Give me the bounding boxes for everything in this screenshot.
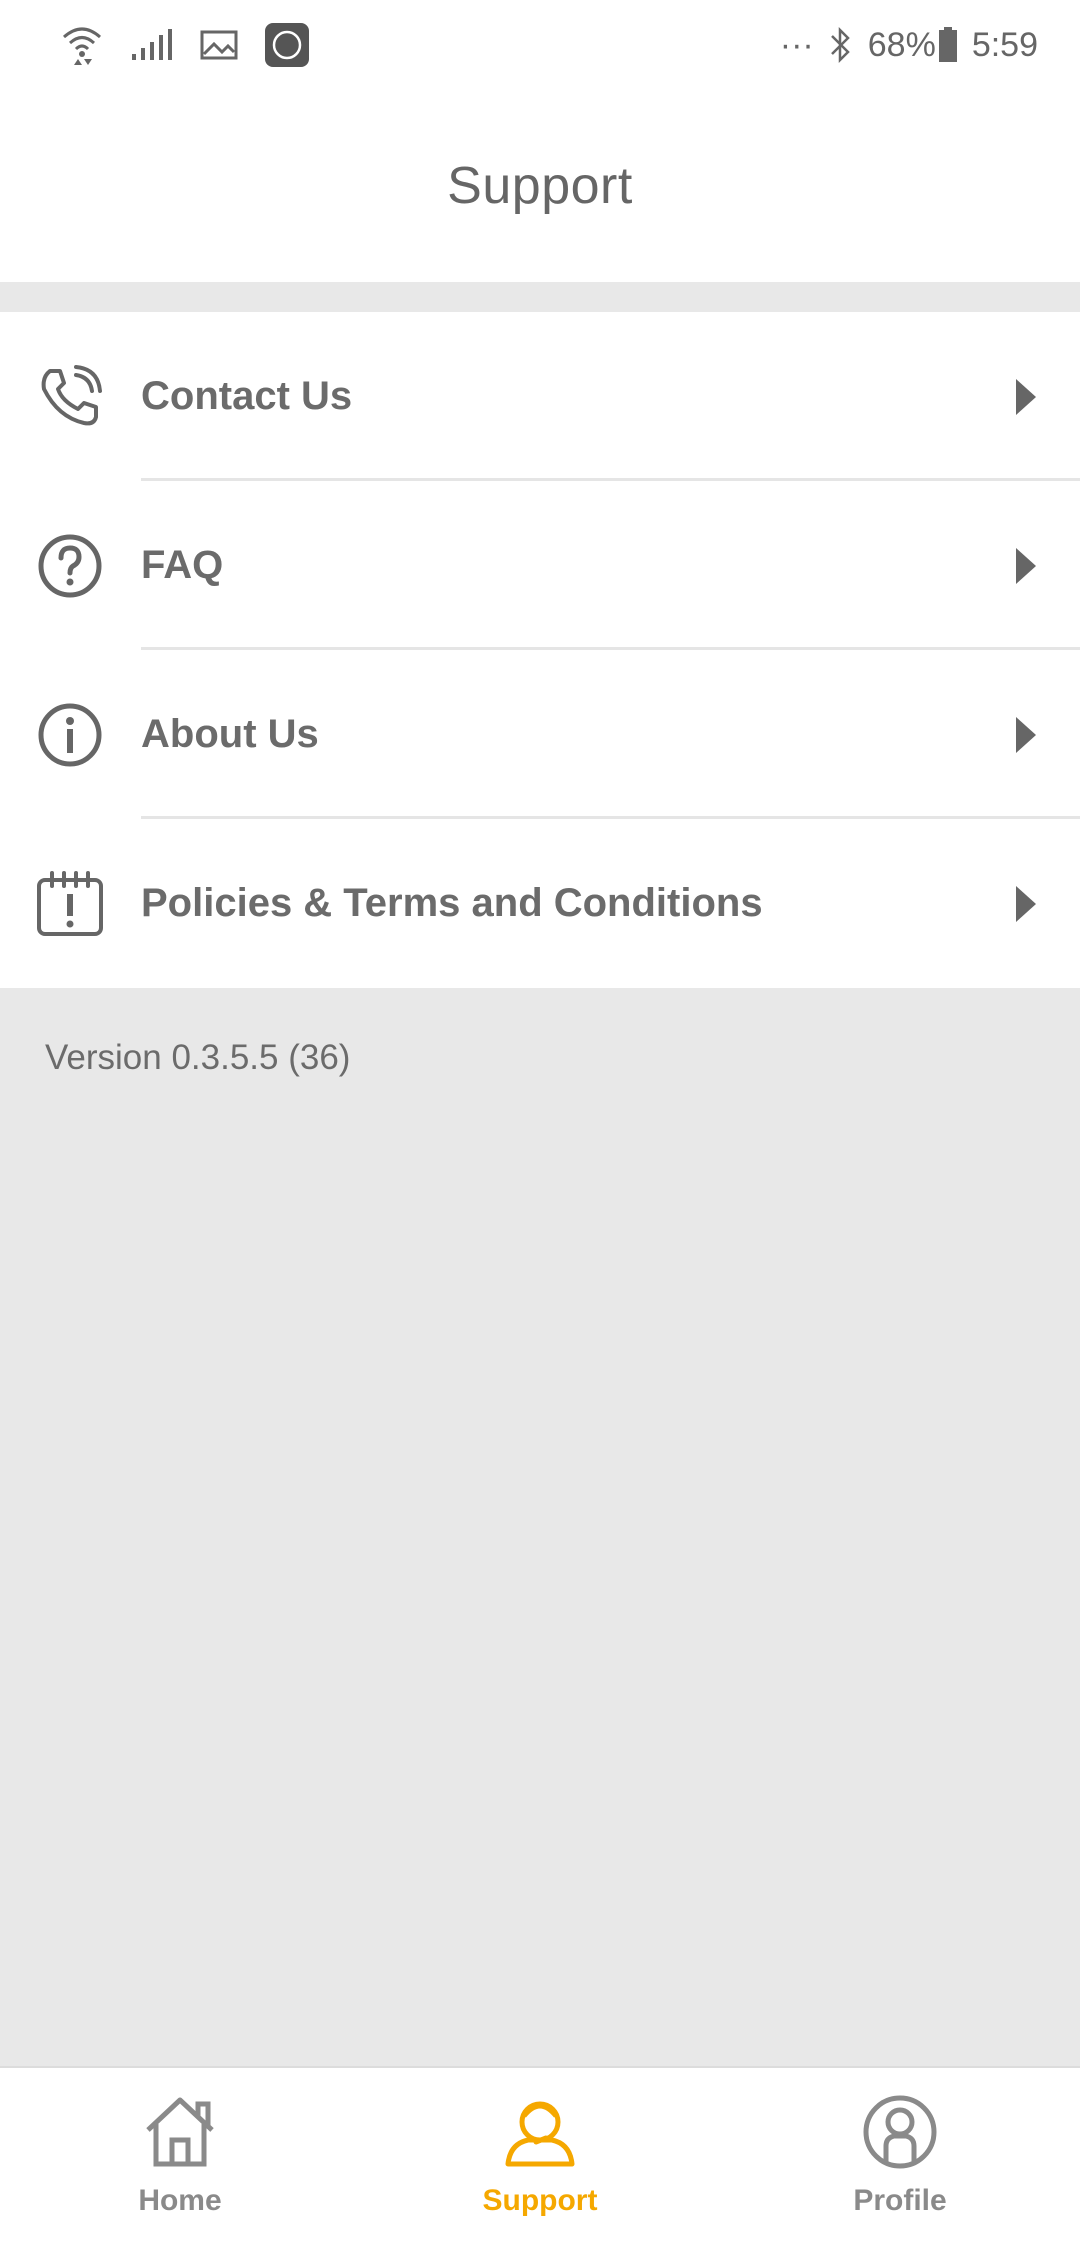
- support-screen: ··· 68% 5:59 Support Contact Us FAQ Abou…: [0, 0, 1080, 2246]
- bluetooth-icon: [828, 26, 854, 64]
- status-left: [60, 22, 310, 68]
- support-agent-icon: [500, 2092, 580, 2172]
- menu-item-policies[interactable]: Policies & Terms and Conditions: [0, 819, 1080, 988]
- nav-label: Home: [138, 2184, 222, 2217]
- battery-indicator: 68%: [868, 26, 958, 65]
- nav-label: Support: [482, 2184, 598, 2217]
- more-dots-icon: ···: [779, 25, 814, 64]
- battery-icon: [938, 27, 958, 63]
- app-header: Support: [0, 90, 1080, 282]
- menu-item-about-us[interactable]: About Us: [0, 650, 1080, 819]
- menu-item-label: Contact Us: [141, 374, 353, 418]
- nav-label: Profile: [853, 2184, 947, 2217]
- menu-item-faq[interactable]: FAQ: [0, 481, 1080, 650]
- chevron-right-icon: [1016, 885, 1036, 922]
- signal-icon: [130, 28, 174, 62]
- info-circle-icon: [36, 701, 104, 769]
- app-version: Version 0.3.5.5 (36): [45, 1038, 351, 1077]
- chevron-right-icon: [1016, 716, 1036, 753]
- support-menu: Contact Us FAQ About Us Policies & Terms…: [0, 312, 1080, 988]
- wifi-icon: [60, 23, 104, 67]
- page-title: Support: [447, 157, 633, 215]
- mi-app-icon: [264, 22, 310, 68]
- chevron-right-icon: [1016, 378, 1036, 415]
- menu-item-label: About Us: [141, 712, 319, 756]
- profile-icon: [860, 2092, 940, 2172]
- question-circle-icon: [36, 532, 104, 600]
- status-right: ··· 68% 5:59: [780, 26, 1038, 65]
- clock: 5:59: [971, 25, 1038, 64]
- nav-home[interactable]: Home: [0, 2068, 360, 2246]
- battery-percent: 68%: [867, 25, 936, 64]
- status-bar: ··· 68% 5:59: [0, 0, 1080, 90]
- calendar-alert-icon: [36, 870, 104, 938]
- home-icon: [140, 2092, 220, 2172]
- menu-item-contact-us[interactable]: Contact Us: [0, 312, 1080, 481]
- bottom-navigation: Home Support Profile: [0, 2066, 1080, 2246]
- image-icon: [200, 30, 238, 60]
- phone-icon: [36, 363, 104, 431]
- menu-item-label: Policies & Terms and Conditions: [141, 881, 763, 925]
- nav-profile[interactable]: Profile: [720, 2068, 1080, 2246]
- chevron-right-icon: [1016, 547, 1036, 584]
- menu-item-label: FAQ: [141, 543, 224, 587]
- nav-support[interactable]: Support: [360, 2068, 720, 2246]
